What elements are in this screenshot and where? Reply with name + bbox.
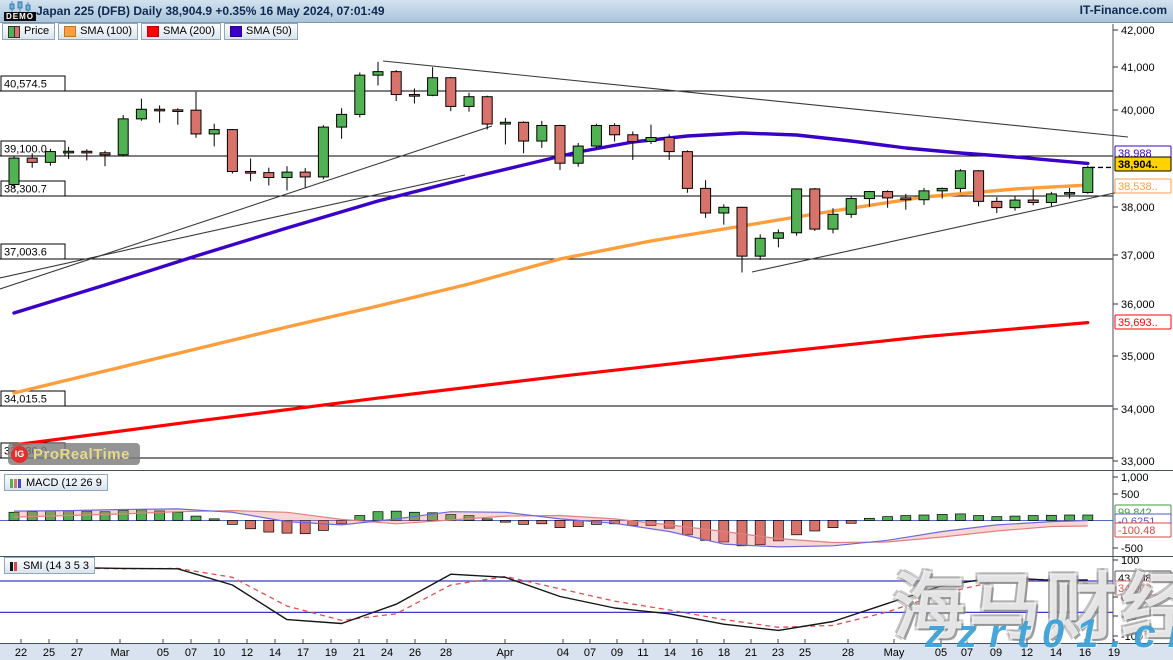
svg-text:21: 21 bbox=[745, 647, 757, 659]
svg-text:39,100.0: 39,100.0 bbox=[4, 144, 47, 156]
svg-text:07: 07 bbox=[584, 647, 596, 659]
legend-chip-sma-200-[interactable]: SMA (200) bbox=[141, 23, 221, 40]
svg-text:35,000: 35,000 bbox=[1121, 351, 1155, 363]
sma-color-swatch bbox=[230, 26, 242, 37]
svg-text:27: 27 bbox=[71, 647, 83, 659]
svg-text:14: 14 bbox=[664, 647, 676, 659]
svg-text:18: 18 bbox=[718, 647, 730, 659]
svg-text:37,000: 37,000 bbox=[1121, 250, 1155, 262]
svg-text:500: 500 bbox=[1121, 489, 1139, 501]
svg-text:38,904..: 38,904.. bbox=[1118, 159, 1158, 171]
svg-text:34,000: 34,000 bbox=[1121, 404, 1155, 416]
svg-text:11: 11 bbox=[637, 647, 648, 659]
legend-chip-sma-100-[interactable]: SMA (100) bbox=[58, 23, 138, 40]
indicator-legend: Price SMA (100) SMA (200) SMA (50) bbox=[0, 22, 298, 40]
smi-label: SMI (14 3 5 3 bbox=[23, 560, 89, 572]
instrument-title: Japan 225 (DFB) Daily 38,904.9 +0.35% 16… bbox=[36, 4, 385, 18]
legend-chip-sma-50-[interactable]: SMA (50) bbox=[224, 23, 298, 40]
price-icon bbox=[8, 26, 20, 36]
svg-text:17: 17 bbox=[297, 647, 309, 659]
legend-chip-label: SMA (200) bbox=[163, 25, 215, 37]
svg-text:41,000: 41,000 bbox=[1121, 62, 1155, 74]
svg-text:1,000: 1,000 bbox=[1121, 472, 1149, 484]
brand-label: IT-Finance.com bbox=[1080, 3, 1167, 17]
svg-text:34,015.5: 34,015.5 bbox=[4, 394, 47, 406]
sma200-line bbox=[14, 323, 1088, 445]
svg-text:28: 28 bbox=[842, 647, 854, 659]
legend-chip-label: SMA (100) bbox=[80, 25, 132, 37]
sma-color-swatch bbox=[64, 26, 76, 37]
svg-text:38,538..: 38,538.. bbox=[1118, 181, 1158, 193]
svg-text:07: 07 bbox=[185, 647, 197, 659]
svg-text:33,000: 33,000 bbox=[1121, 456, 1155, 468]
svg-text:19: 19 bbox=[325, 647, 337, 659]
svg-text:04: 04 bbox=[557, 647, 569, 659]
svg-text:37,003.6: 37,003.6 bbox=[4, 247, 47, 259]
svg-text:12: 12 bbox=[241, 647, 253, 659]
ig-logo: IG bbox=[11, 446, 28, 463]
svg-text:21: 21 bbox=[353, 647, 365, 659]
svg-text:25: 25 bbox=[799, 647, 811, 659]
macd-label: MACD (12 26 9 bbox=[26, 477, 102, 489]
url-watermark: zzrt01.cn bbox=[925, 612, 1173, 657]
svg-text:10: 10 bbox=[213, 647, 225, 659]
mini-candles-icon bbox=[9, 1, 33, 12]
svg-text:25: 25 bbox=[43, 647, 55, 659]
svg-text:38,300.7: 38,300.7 bbox=[4, 184, 47, 196]
svg-text:16: 16 bbox=[691, 647, 703, 659]
svg-text:38,000: 38,000 bbox=[1121, 202, 1155, 214]
svg-text:05: 05 bbox=[157, 647, 169, 659]
macd-icon bbox=[10, 478, 22, 488]
legend-chip-price[interactable]: Price bbox=[2, 23, 55, 40]
svg-text:42,000: 42,000 bbox=[1121, 25, 1155, 37]
legend-chip-label: SMA (50) bbox=[246, 25, 292, 37]
legend-chip-label: Price bbox=[24, 25, 49, 37]
macd-panel bbox=[0, 509, 1113, 547]
svg-text:40,574.5: 40,574.5 bbox=[4, 79, 47, 91]
candles-layer bbox=[9, 62, 1093, 273]
svg-text:40,000: 40,000 bbox=[1121, 105, 1155, 117]
macd-value-tags: 99.842-0.6251-100.48 bbox=[1115, 505, 1171, 537]
smi-indicator-chip[interactable]: SMI (14 3 5 3 bbox=[4, 557, 95, 574]
svg-text:Mar: Mar bbox=[111, 647, 130, 659]
macd-indicator-chip[interactable]: MACD (12 26 9 bbox=[4, 474, 108, 491]
svg-text:24: 24 bbox=[381, 647, 393, 659]
svg-text:35,693..: 35,693.. bbox=[1118, 317, 1158, 329]
svg-text:09: 09 bbox=[611, 647, 623, 659]
svg-text:14: 14 bbox=[269, 647, 281, 659]
title-bar: Japan 225 (DFB) Daily 38,904.9 +0.35% 16… bbox=[0, 0, 1173, 23]
svg-text:26: 26 bbox=[409, 647, 421, 659]
smi-icon bbox=[10, 561, 19, 571]
svg-text:22: 22 bbox=[15, 647, 27, 659]
svg-text:Apr: Apr bbox=[496, 647, 513, 659]
svg-text:23: 23 bbox=[772, 647, 784, 659]
charting-app: 40,574.5 39,100.0 38,300.7 37,003.6 34,015.5… bbox=[0, 0, 1173, 660]
sma100-line bbox=[14, 185, 1088, 393]
sma50-line bbox=[14, 133, 1088, 313]
svg-text:-100.48: -100.48 bbox=[1118, 525, 1155, 537]
demo-badge: DEMO bbox=[4, 12, 36, 21]
svg-text:28: 28 bbox=[440, 647, 452, 659]
svg-text:36,000: 36,000 bbox=[1121, 299, 1155, 311]
prorealtime-watermark: IG ProRealTime bbox=[8, 443, 140, 465]
sma-color-swatch bbox=[147, 26, 159, 37]
